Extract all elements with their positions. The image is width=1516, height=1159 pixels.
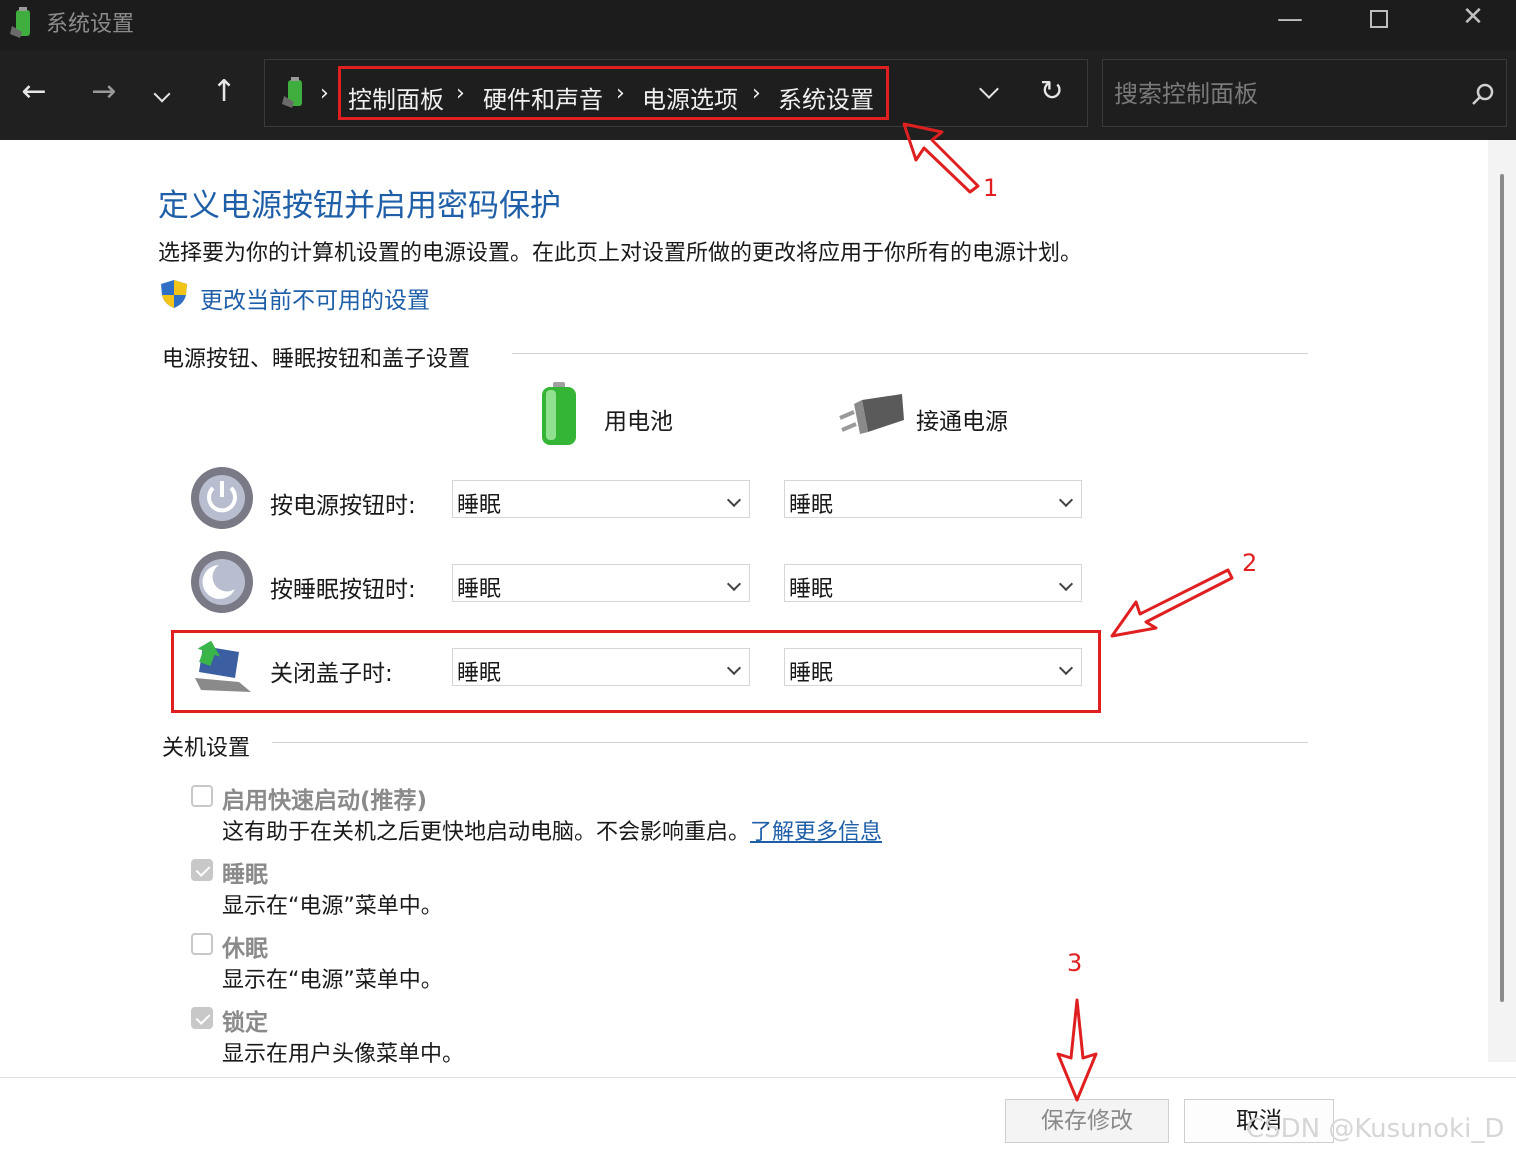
fast-startup-description-text: 这有助于在关机之后更快地启动电脑。不会影响重启。 (222, 820, 751, 845)
chevron-down-icon (1058, 576, 1074, 592)
sleep-button-plugged-select[interactable]: 睡眠 (784, 564, 1082, 602)
power-button-icon (191, 467, 253, 529)
watermark: CSDN @Kusunoki_D (1246, 1114, 1505, 1144)
minimize-button[interactable]: — (1260, 4, 1320, 34)
sleep-checkbox[interactable] (191, 859, 213, 881)
fast-startup-description: 这有助于在关机之后更快地启动电脑。不会影响重启。了解更多信息 (222, 814, 882, 846)
power-button-battery-select[interactable]: 睡眠 (452, 480, 750, 518)
annotation-arrow-icon (1056, 998, 1098, 1102)
annotation-arrow-icon (902, 122, 980, 194)
search-input[interactable] (1114, 80, 1454, 108)
fast-startup-label: 启用快速启动(推荐) (222, 788, 428, 814)
sleep-button-icon (191, 551, 253, 613)
fast-startup-checkbox[interactable] (191, 785, 213, 807)
annotation-number: 3 (1067, 949, 1083, 977)
sleep-button-battery-select[interactable]: 睡眠 (452, 564, 750, 602)
select-value: 睡眠 (457, 493, 502, 518)
page-title: 定义电源按钮并启用密码保护 (158, 188, 561, 224)
scrollbar-thumb[interactable] (1500, 174, 1504, 1002)
hibernate-checkbox[interactable] (191, 933, 213, 955)
lock-option-label: 锁定 (222, 1010, 268, 1036)
lock-checkbox[interactable] (191, 1007, 213, 1029)
shutdown-section-title: 关机设置 (162, 736, 251, 761)
annotation-arrow-icon (1110, 568, 1234, 638)
power-buttons-section-title: 电源按钮、睡眠按钮和盖子设置 (162, 347, 471, 372)
annotation-number: 1 (983, 174, 999, 202)
search-icon[interactable] (1470, 82, 1496, 108)
change-unavailable-settings-link[interactable]: 更改当前不可用的设置 (200, 281, 430, 315)
chevron-down-icon (1058, 492, 1074, 508)
sleep-button-label: 按睡眠按钮时: (270, 577, 416, 603)
title-bar: 系统设置 — ✕ (0, 0, 1516, 50)
learn-more-link[interactable]: 了解更多信息 (750, 820, 882, 845)
forward-button[interactable]: → (84, 74, 124, 109)
sleep-option-label: 睡眠 (222, 862, 268, 888)
plugged-in-column-header: 接通电源 (916, 409, 1008, 435)
chevron-down-icon (726, 492, 742, 508)
power-plug-icon (839, 394, 904, 434)
breadcrumb-separator-icon: › (320, 81, 329, 106)
control-panel-icon (282, 77, 302, 108)
power-options-icon (10, 7, 30, 38)
refresh-icon[interactable]: ↻ (1040, 74, 1063, 107)
maximize-button[interactable] (1370, 10, 1388, 28)
annotation-number: 2 (1242, 549, 1258, 577)
battery-column-header: 用电池 (604, 409, 673, 435)
annotation-box-lid-row (171, 630, 1101, 713)
hibernate-option-description: 显示在“电源”菜单中。 (222, 968, 443, 993)
up-button[interactable]: ↑ (204, 74, 244, 109)
power-button-label: 按电源按钮时: (270, 493, 416, 519)
page-description: 选择要为你的计算机设置的电源设置。在此页上对设置所做的更改将应用于你所有的电源计… (158, 241, 1083, 266)
power-button-plugged-select[interactable]: 睡眠 (784, 480, 1082, 518)
lock-option-description: 显示在用户头像菜单中。 (222, 1042, 465, 1067)
annotation-box-breadcrumb (338, 66, 889, 120)
chevron-down-icon (726, 576, 742, 592)
footer-divider (0, 1077, 1516, 1078)
window-title: 系统设置 (46, 12, 135, 37)
section-divider (272, 742, 1308, 743)
back-button[interactable]: ← (14, 74, 54, 109)
select-value: 睡眠 (789, 493, 834, 518)
battery-icon (542, 382, 576, 445)
select-value: 睡眠 (789, 577, 834, 602)
select-value: 睡眠 (457, 577, 502, 602)
section-divider (512, 353, 1308, 354)
hibernate-option-label: 休眠 (222, 936, 268, 962)
close-button[interactable]: ✕ (1443, 2, 1503, 32)
sleep-option-description: 显示在“电源”菜单中。 (222, 894, 443, 919)
uac-shield-icon (161, 280, 187, 308)
